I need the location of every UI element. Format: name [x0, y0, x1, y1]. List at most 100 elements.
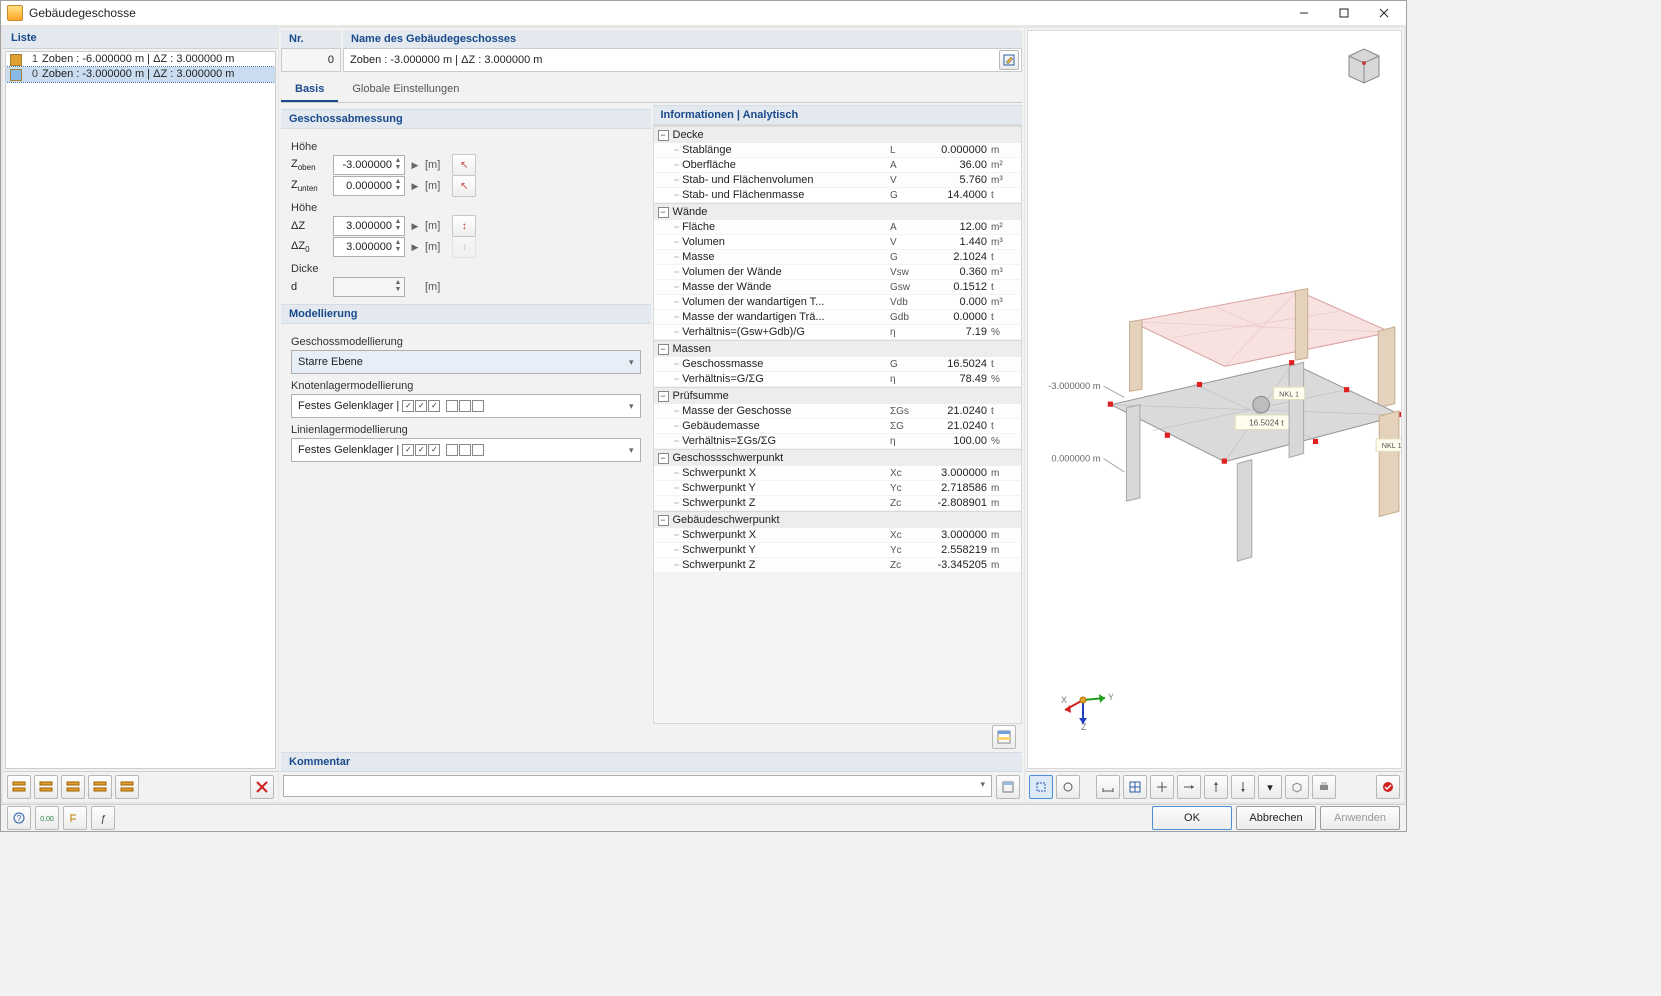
info-table-button[interactable]: [992, 725, 1016, 749]
sec-model-title: Modellierung: [281, 304, 651, 324]
name-header: Name des Gebäudegeschosses: [343, 30, 1022, 48]
rtool-move-x[interactable]: [1177, 775, 1201, 799]
input-d: ▲▼: [333, 277, 405, 297]
label-dicke: Dicke: [291, 263, 641, 275]
ok-button[interactable]: OK: [1152, 806, 1232, 830]
picker-zunten-icon[interactable]: ↖: [452, 175, 476, 197]
tree-group-header[interactable]: −Gebäudeschwerpunkt: [654, 511, 1022, 528]
pick-dz[interactable]: ▶: [409, 218, 421, 234]
tree-row: FlächeA12.00m²: [654, 220, 1022, 235]
list-tool-3[interactable]: [61, 775, 85, 799]
label-geschossmodel: Geschossmodellierung: [291, 336, 641, 348]
tab-basis[interactable]: Basis: [281, 78, 338, 102]
tree-row: Schwerpunkt YYc2.558219m: [654, 543, 1022, 558]
dropdown-linienmodel[interactable]: Festes Gelenklager | ✓✓✓ ▾: [291, 438, 641, 462]
tree-row: StablängeL0.000000m: [654, 143, 1022, 158]
navcube-icon[interactable]: [1339, 41, 1389, 91]
label-hoehe2: Höhe: [291, 202, 641, 214]
comment-lib-button[interactable]: [996, 775, 1020, 799]
svg-text:0.000000 m: 0.000000 m: [1051, 454, 1100, 464]
tab-global[interactable]: Globale Einstellungen: [338, 78, 473, 102]
tree-group-header[interactable]: −Massen: [654, 340, 1022, 357]
svg-text:X: X: [1061, 695, 1067, 705]
tree-row: Stab- und FlächenmasseG14.4000t: [654, 188, 1022, 203]
rtool-ok-flag[interactable]: [1376, 775, 1400, 799]
maximize-button[interactable]: [1324, 2, 1364, 24]
rtool-box[interactable]: [1285, 775, 1309, 799]
label-dz: ΔZ: [291, 220, 329, 232]
list-tool-5[interactable]: [115, 775, 139, 799]
list-item[interactable]: 1Zoben : -6.000000 m | ΔZ : 3.000000 m: [6, 52, 275, 67]
list-tool-1[interactable]: [7, 775, 31, 799]
delete-button[interactable]: [250, 775, 274, 799]
svg-text:?: ?: [17, 814, 22, 823]
status-script[interactable]: ƒ: [91, 806, 115, 830]
rtool-grid[interactable]: [1123, 775, 1147, 799]
svg-text:Z: Z: [1081, 722, 1087, 730]
info-tree[interactable]: −DeckeStablängeL0.000000mOberflächeA36.0…: [653, 125, 1023, 724]
tree-row: GebäudemasseΣG21.0240t: [654, 419, 1022, 434]
tree-group-header[interactable]: −Prüfsumme: [654, 387, 1022, 404]
comment-input[interactable]: ▾: [283, 775, 992, 797]
tree-row: Schwerpunkt ZZc-3.345205m: [654, 558, 1022, 573]
tree-group-header[interactable]: −Wände: [654, 203, 1022, 220]
status-tree[interactable]: [63, 806, 87, 830]
input-dz0[interactable]: 3.000000▲▼: [333, 237, 405, 257]
svg-text:NKL 1: NKL 1: [1279, 389, 1299, 398]
cancel-button[interactable]: Abbrechen: [1236, 806, 1316, 830]
picker-zoben-icon[interactable]: ↖: [452, 154, 476, 176]
picker-dz-icon[interactable]: ↕: [452, 215, 476, 237]
tree-row: Masse der GeschosseΣGs21.0240t: [654, 404, 1022, 419]
dropdown-knotenmodel[interactable]: Festes Gelenklager | ✓✓✓ ▾: [291, 394, 641, 418]
pick-dz0[interactable]: ▶: [409, 239, 421, 255]
autoname-button[interactable]: [999, 50, 1019, 70]
rtool-view[interactable]: [1056, 775, 1080, 799]
pick-zunten[interactable]: ▶: [409, 178, 421, 194]
tree-row: Verhältnis=ΣGs/ΣGη100.00%: [654, 434, 1022, 449]
nr-value: 0: [281, 48, 341, 72]
tree-row: Stab- und FlächenvolumenV5.760m³: [654, 173, 1022, 188]
rtool-layers[interactable]: ▾: [1258, 775, 1282, 799]
sec-info-title: Informationen | Analytisch: [653, 105, 1023, 125]
svg-text:16.5024 t: 16.5024 t: [1249, 418, 1284, 427]
svg-text:-3.000000 m: -3.000000 m: [1048, 381, 1101, 391]
label-d: d: [291, 281, 329, 293]
pick-zoben[interactable]: ▶: [409, 157, 421, 173]
tree-row: Volumen der WändeVsw0.360m³: [654, 265, 1022, 280]
status-units[interactable]: 0.00: [35, 806, 59, 830]
label-zoben: Zoben: [291, 158, 329, 172]
tree-row: Schwerpunkt YYc2.718586m: [654, 481, 1022, 496]
status-help[interactable]: ?: [7, 806, 31, 830]
input-zunten[interactable]: 0.000000▲▼: [333, 176, 405, 196]
rtool-print[interactable]: [1312, 775, 1336, 799]
rtool-move-y[interactable]: [1204, 775, 1228, 799]
picker-dz0-icon: ↕: [452, 236, 476, 258]
nr-header: Nr.: [281, 30, 341, 48]
list-tool-2[interactable]: [34, 775, 58, 799]
svg-text:ƒ: ƒ: [100, 814, 106, 825]
rtool-move-z[interactable]: [1231, 775, 1255, 799]
list-tool-4[interactable]: [88, 775, 112, 799]
rtool-dim[interactable]: [1096, 775, 1120, 799]
tree-row: Verhältnis=G/ΣGη78.49%: [654, 372, 1022, 387]
view3d[interactable]: 16.5024 t NKL 1 NKL 1 -3.: [1027, 30, 1402, 769]
sec-comment-title: Kommentar: [281, 752, 1022, 772]
label-knotenmodel: Knotenlagermodellierung: [291, 380, 641, 392]
apply-button[interactable]: Anwenden: [1320, 806, 1400, 830]
dropdown-geschossmodel[interactable]: Starre Ebene▾: [291, 350, 641, 374]
input-zoben[interactable]: -3.000000▲▼: [333, 155, 405, 175]
storey-list[interactable]: 1Zoben : -6.000000 m | ΔZ : 3.000000 m0Z…: [5, 51, 276, 769]
minimize-button[interactable]: [1284, 2, 1324, 24]
tree-row: Masse der wandartigen Trä...Gdb0.0000t: [654, 310, 1022, 325]
tree-row: Masse der WändeGsw0.1512t: [654, 280, 1022, 295]
rtool-move-xy[interactable]: [1150, 775, 1174, 799]
tree-row: MasseG2.1024t: [654, 250, 1022, 265]
rtool-select[interactable]: [1029, 775, 1053, 799]
tree-row: OberflächeA36.00m²: [654, 158, 1022, 173]
tree-group-header[interactable]: −Geschossschwerpunkt: [654, 449, 1022, 466]
input-dz[interactable]: 3.000000▲▼: [333, 216, 405, 236]
tree-group-header[interactable]: −Decke: [654, 126, 1022, 143]
list-item[interactable]: 0Zoben : -3.000000 m | ΔZ : 3.000000 m: [6, 67, 275, 82]
name-input[interactable]: Zoben : -3.000000 m | ΔZ : 3.000000 m: [343, 48, 1022, 72]
close-button[interactable]: [1364, 2, 1404, 24]
